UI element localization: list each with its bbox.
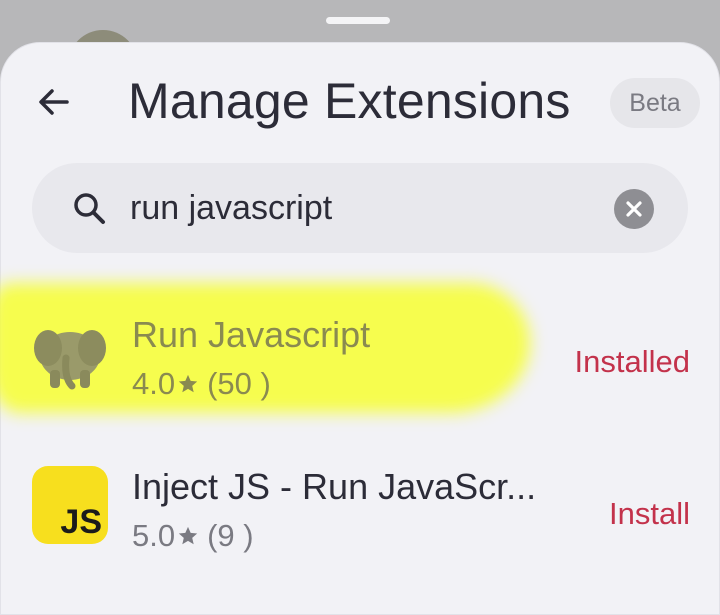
review-count: (9 ) (207, 518, 254, 553)
installed-label: Installed (574, 344, 690, 379)
search-input[interactable] (130, 185, 600, 231)
rating-value: 4.0 (132, 366, 176, 401)
js-icon-text: JS (60, 503, 102, 541)
review-count: (50 ) (207, 366, 271, 401)
search-icon (74, 193, 105, 224)
elephant-icon (34, 330, 106, 390)
search-bar[interactable] (32, 163, 688, 253)
list-item[interactable]: JS Inject JS - Run JavaScr... 5.0 (9 ) I… (0, 458, 720, 568)
star-icon (178, 374, 198, 393)
sheet-grabber[interactable] (326, 17, 390, 24)
rating-value: 5.0 (132, 518, 176, 553)
js-icon: JS (32, 466, 108, 544)
extension-rating: 5.0 (9 ) (132, 518, 254, 554)
extension-rating: 4.0 (50 ) (132, 366, 271, 402)
list-item[interactable]: Run Javascript 4.0 (50 ) Installed (0, 306, 720, 416)
back-button[interactable] (30, 80, 78, 124)
install-button[interactable]: Install (609, 496, 690, 532)
page-title: Manage Extensions (128, 73, 571, 129)
star-icon (178, 526, 198, 545)
extension-name: Run Javascript (132, 314, 371, 355)
arrow-left-icon (39, 89, 69, 115)
clear-search-button[interactable] (614, 189, 654, 229)
extension-name: Inject JS - Run JavaScr... (132, 466, 537, 507)
clear-icon (626, 201, 642, 217)
beta-badge: Beta (610, 78, 700, 128)
